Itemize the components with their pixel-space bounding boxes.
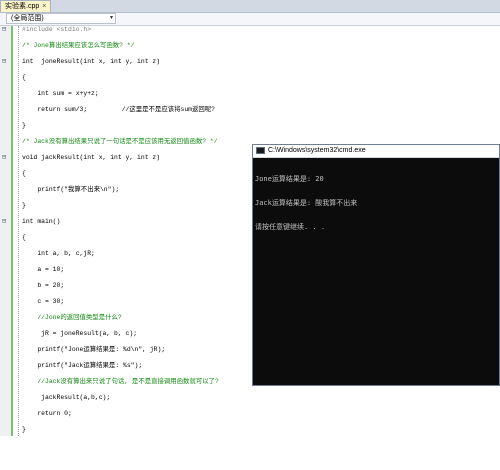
tab-bar: 实验素.cpp ×: [0, 0, 500, 13]
scope-bar: (全局范围) ▾: [0, 13, 500, 26]
file-tab-label: 实验素.cpp: [5, 3, 40, 10]
code-line: }: [22, 122, 26, 129]
file-tab[interactable]: 实验素.cpp ×: [0, 0, 52, 12]
code-line: {: [22, 234, 26, 241]
scope-dropdown-label: (全局范围): [11, 15, 44, 22]
code-line: return 0;: [22, 410, 72, 417]
change-indicator-bar: [11, 26, 13, 436]
code-line: jR = joneResult(a, b, c);: [22, 330, 138, 337]
cmd-title: C:\Windows\system32\cmd.exe: [268, 147, 366, 154]
scope-dropdown[interactable]: (全局范围) ▾: [6, 13, 116, 24]
fold-toggle-icon[interactable]: ⊟: [2, 218, 6, 226]
code-line: printf("我算不出来\n");: [22, 186, 120, 193]
code-line: int sum = x+y+z;: [22, 90, 99, 97]
cmd-output: Jone运算结果是: 20 Jack运算结果是: 酸我算不出来 请按任意键继续.…: [255, 159, 357, 247]
code-line: /* Jone算出结果应该怎么写函数? */: [22, 42, 135, 49]
cmd-window[interactable]: C:\Windows\system32\cmd.exe Jone运算结果是: 2…: [252, 144, 500, 386]
code-line: {: [22, 170, 26, 177]
fold-toggle-icon[interactable]: ⊟: [2, 58, 6, 66]
code-line: b = 20;: [22, 282, 65, 289]
console-icon: [256, 147, 265, 154]
close-icon[interactable]: ×: [42, 1, 46, 12]
fold-toggle-icon[interactable]: ⊟: [2, 26, 6, 34]
code-line: {: [22, 74, 26, 81]
code-line: //Jack没有算出来只说了句话, 是不是直接调用函数就可以了?: [22, 378, 219, 385]
code-line: //Jone的返回值类型是什么?: [22, 314, 122, 321]
cmd-output-line: Jone运算结果是: 20: [255, 175, 324, 183]
chevron-down-icon[interactable]: ▾: [110, 14, 113, 23]
outline-guide: [18, 26, 20, 436]
cmd-output-line: Jack运算结果是: 酸我算不出来: [255, 199, 358, 207]
code-line: #include <stdio.h>: [22, 26, 92, 33]
code-line: a = 10;: [22, 266, 65, 273]
code-line: return sum/3; //这里是不是应该将sum返回呢?: [22, 106, 216, 113]
code-line: int a, b, c,jR;: [22, 250, 95, 257]
code-line: /* Jack没有算出结果只说了一句话是不是应该用无返回值函数? */: [22, 138, 218, 145]
code-line: int main(): [22, 218, 61, 225]
code-line: int joneResult(int x, int y, int z): [22, 58, 161, 65]
code-line: }: [22, 202, 26, 209]
editor-gutter: [0, 26, 11, 436]
code-line: void jackResult(int x, int y, int z): [22, 154, 161, 161]
code-line: printf("Jone运算结果是: %d\n", jR);: [22, 346, 166, 353]
cmd-output-line: 请按任意键继续. . .: [255, 223, 326, 231]
fold-toggle-icon[interactable]: ⊟: [2, 154, 6, 162]
code-line: printf("Jack运算结果是: %s");: [22, 362, 143, 369]
code-line: c = 30;: [22, 298, 65, 305]
code-line: jackResult(a,b,c);: [22, 394, 111, 401]
code-line: }: [22, 426, 26, 433]
cmd-title-bar[interactable]: C:\Windows\system32\cmd.exe: [253, 145, 499, 158]
